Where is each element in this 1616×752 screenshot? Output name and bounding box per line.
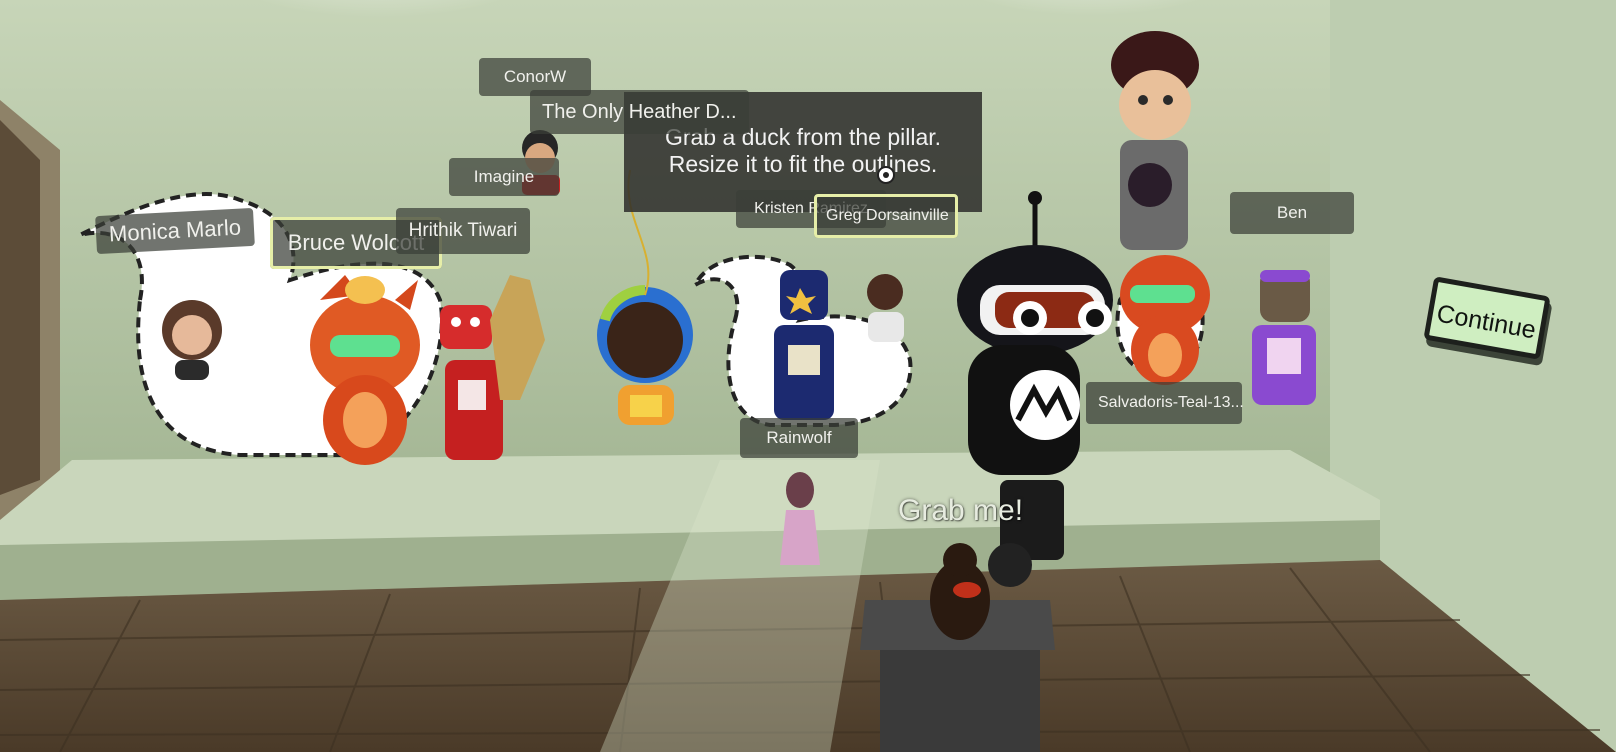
player-nametag-hrithik-tiwari[interactable]: Hrithik Tiwari — [396, 208, 530, 254]
instruction-line-2: Resize it to fit the outlines. — [668, 151, 938, 177]
player-nametag-imagine[interactable]: Imagine — [449, 158, 559, 196]
player-nametag-greg-dorsainville[interactable]: Greg Dorsainville — [814, 194, 958, 238]
player-nametag-salvadoris[interactable]: Salvadoris-Teal-13... — [1086, 382, 1244, 424]
reticle-icon — [877, 166, 895, 184]
player-nametag-ben[interactable]: Ben — [1230, 192, 1354, 234]
vr-scene-viewport[interactable]: Grab a duck from the pillar. Resize it t… — [0, 0, 1616, 752]
player-nametag-rainwolf[interactable]: Rainwolf — [740, 418, 858, 458]
player-nametag-heather[interactable]: The Only Heather D... — [530, 90, 749, 134]
grab-me-prompt: Grab me! — [898, 494, 1024, 527]
